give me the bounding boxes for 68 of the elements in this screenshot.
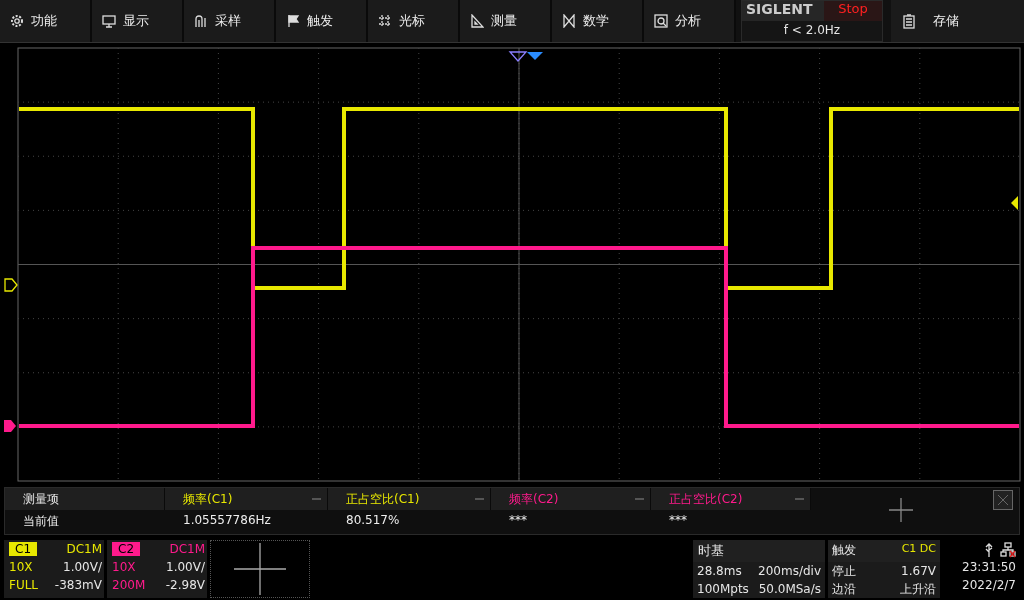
measure-column-header[interactable]: 正占空比(C1) bbox=[328, 488, 491, 510]
vertical-scale: 1.00V/ bbox=[63, 560, 102, 574]
timebase-panel[interactable]: 时基 28.8ms 200ms/div 100Mpts 50.0MSa/s bbox=[693, 540, 825, 598]
trigger-mode: 停止 bbox=[832, 562, 856, 580]
measure-row-label: 当前值 bbox=[22, 513, 60, 530]
vertical-offset: -2.98V bbox=[165, 578, 205, 592]
measure-value: 80.517% bbox=[345, 512, 401, 529]
menu-button[interactable]: 采样 bbox=[184, 0, 276, 42]
memory-depth: 100Mpts bbox=[697, 582, 749, 596]
clock-date: 2022/2/7 bbox=[961, 578, 1017, 594]
menu-button[interactable]: 测量 bbox=[460, 0, 552, 42]
delay-marker bbox=[527, 52, 543, 60]
monitor-icon bbox=[102, 14, 116, 28]
measure-value: *** bbox=[668, 512, 688, 529]
sampling-icon bbox=[194, 14, 208, 28]
menu-button[interactable]: 数学 bbox=[552, 0, 644, 42]
time-scale: 200ms/div bbox=[758, 564, 821, 578]
brand-logo: SIGLENT bbox=[742, 1, 824, 21]
menu-button[interactable]: 光标 bbox=[368, 0, 460, 42]
flag-icon bbox=[286, 14, 300, 28]
menu-button[interactable]: 触发 bbox=[276, 0, 368, 42]
measure-column-header[interactable]: 正占空比(C2) bbox=[651, 488, 811, 510]
timebase-title: 时基 bbox=[693, 540, 825, 562]
horizontal-delay: 28.8ms bbox=[697, 564, 742, 578]
clipboard-icon bbox=[903, 13, 915, 29]
coupling: DC1M bbox=[66, 542, 102, 556]
measure-column-header[interactable]: 频率(C2) bbox=[491, 488, 651, 510]
menu-button[interactable]: 显示 bbox=[92, 0, 184, 42]
add-icon bbox=[887, 496, 915, 524]
channel-panel[interactable]: C1 DC1M 10X 1.00V/ FULL -383mV bbox=[4, 540, 104, 598]
measure-value: 1.05557786Hz bbox=[182, 512, 272, 529]
network-disconnected-icon bbox=[1000, 542, 1016, 558]
vertical-offset: -383mV bbox=[54, 578, 102, 592]
probe-ratio: 10X bbox=[9, 560, 33, 574]
magnifier-icon bbox=[654, 14, 668, 28]
trigger-title: 触发 bbox=[832, 542, 856, 559]
menu-button[interactable]: 分析 bbox=[644, 0, 736, 42]
math-icon bbox=[562, 14, 576, 28]
trigger-position-marker bbox=[508, 51, 528, 62]
measure-header-label: 测量项 bbox=[5, 488, 165, 510]
probe-ratio: 10X bbox=[112, 560, 136, 574]
trigger-level-marker bbox=[1011, 196, 1018, 210]
channel-panel[interactable]: C2 DC1M 10X 1.00V/ 200M -2.98V bbox=[107, 540, 207, 598]
trigger-type: 边沿 bbox=[832, 580, 856, 598]
trigger-slope: 上升沿 bbox=[900, 580, 936, 598]
menu-button[interactable]: 功能 bbox=[0, 0, 92, 42]
measure-column-header[interactable]: 频率(C1) bbox=[165, 488, 328, 510]
trigger-panel[interactable]: 触发 C1 DC 停止 1.67V 边沿 上升沿 bbox=[828, 540, 940, 598]
channel-label: C1 bbox=[9, 542, 37, 556]
bandwidth-limit: FULL bbox=[9, 578, 39, 592]
channel-2-level-marker bbox=[4, 420, 16, 432]
usb-icon bbox=[984, 542, 994, 558]
channel-1-level-marker bbox=[4, 278, 18, 292]
vertical-scale: 1.00V/ bbox=[166, 560, 205, 574]
trigger-frequency: f < 2.0Hz bbox=[782, 22, 842, 37]
add-icon bbox=[232, 541, 288, 597]
coupling: DC1M bbox=[169, 542, 205, 556]
run-state: Stop bbox=[824, 1, 882, 21]
save-button[interactable]: 存储 bbox=[891, 0, 1024, 42]
close-icon[interactable] bbox=[993, 490, 1013, 510]
measure-value: *** bbox=[508, 512, 528, 529]
clock-time: 23:31:50 bbox=[961, 560, 1017, 576]
trigger-level: 1.67V bbox=[901, 564, 936, 578]
gear-icon bbox=[10, 14, 24, 28]
sample-rate: 50.0MSa/s bbox=[758, 582, 821, 596]
bandwidth-limit: 200M bbox=[112, 578, 146, 592]
channel-label: C2 bbox=[112, 542, 140, 556]
trigger-source: C1 DC bbox=[901, 542, 936, 557]
